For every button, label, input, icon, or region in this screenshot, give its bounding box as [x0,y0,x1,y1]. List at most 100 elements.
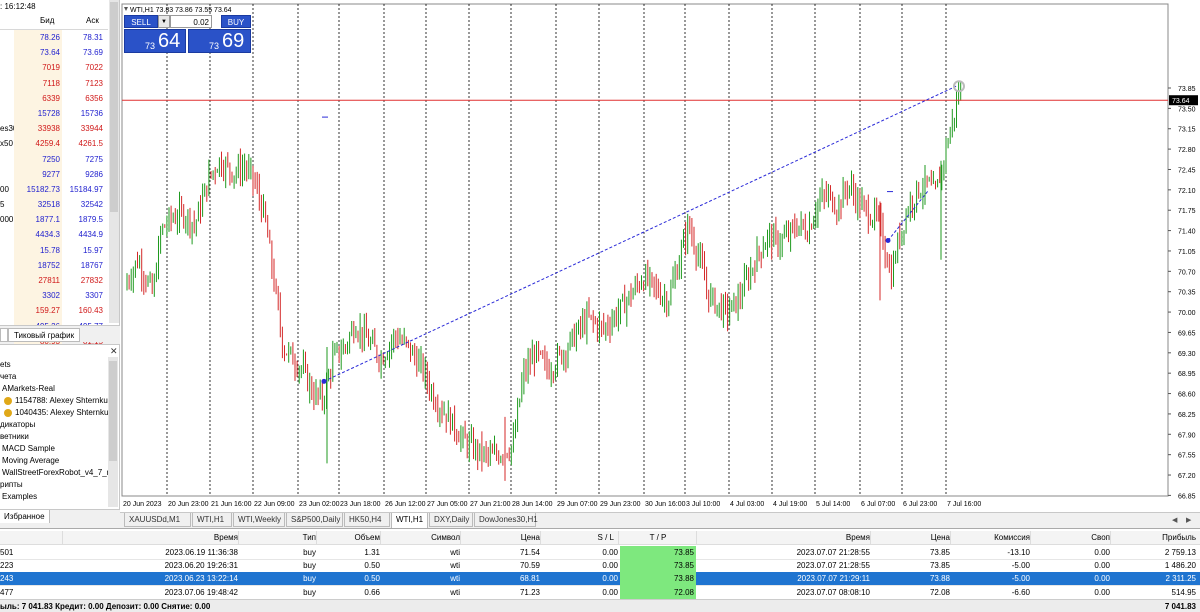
buy-button[interactable]: BUY [221,15,251,28]
market-watch-row[interactable]: 4434.3 4434.9 [0,227,108,243]
trade-cell-commission: -6.60 [1011,587,1030,597]
column-separator[interactable] [618,531,619,545]
navigator-item[interactable]: дикаторы [0,419,106,431]
market-watch-row[interactable]: 7019 7022 [0,60,108,76]
market-watch-row[interactable]: 7250 7275 [0,151,108,167]
navigator-item[interactable]: 1154788: Alexey Shternku [4,395,110,407]
chart-tab[interactable]: XAUUSDd,M1 [124,513,191,527]
market-watch-row[interactable]: 5 32518 32542 [0,197,108,213]
trade-row[interactable]: 243 2023.06.23 13:22:14 buy 0.50 wti 68.81 0.0… [0,572,1200,587]
navigator-item[interactable]: MACD Sample [2,443,108,455]
column-separator[interactable] [380,531,381,545]
market-watch-scrollbar[interactable] [109,0,119,323]
market-watch-row[interactable]: 159.27 160.43 [0,303,108,319]
trade-line[interactable] [323,85,957,382]
chart-tab[interactable]: DowJones30,H1 [474,513,538,527]
column-separator[interactable] [62,531,63,545]
market-watch-row[interactable]: 15728 15736 [0,105,108,122]
navigator-item[interactable]: ветники [0,431,106,443]
tab-scroll-right-icon[interactable]: ▶ [1186,516,1191,524]
navigator-scrollbar[interactable] [108,357,118,507]
market-watch-row[interactable]: 6339 6356 [0,90,108,106]
navigator-item[interactable]: Examples [2,491,108,503]
sell-price-button[interactable]: 73 64 [124,29,186,53]
ask-price: 78.31 [82,33,103,42]
trade-line[interactable] [887,190,929,241]
chart-tab[interactable]: WTI,H1 [192,513,232,527]
column-ask[interactable]: Аск [86,16,99,25]
sell-button[interactable]: SELL [124,15,158,28]
column-header[interactable]: Цена [462,531,540,545]
market-watch-row[interactable]: 18752 18767 [0,257,108,274]
x-tick-label: 26 Jun 12:00 [385,501,426,508]
ask-price: 33944 [80,124,103,134]
y-tick-label: 73.50 [1178,106,1196,113]
buy-price-big: 69 [222,30,245,52]
trade-row[interactable]: 501 2023.06.19 11:36:38 buy 1.31 wti 71.54 0.0… [0,546,1200,560]
column-separator[interactable] [316,531,317,545]
tab-tick-chart[interactable]: Тиковый график [8,328,81,342]
close-icon[interactable]: ✕ [110,346,118,357]
market-watch-row[interactable]: es3033938 33944 [0,121,108,137]
market-watch-row[interactable]: 000 1877.1 1879.5 [0,212,108,228]
navigator-item[interactable]: чета [0,371,106,383]
chart-tab[interactable]: WTI,Weekly [233,513,285,527]
column-separator[interactable] [460,531,461,545]
column-bid[interactable]: Бид [40,16,54,25]
column-header[interactable]: Своп [1032,531,1110,545]
market-watch-row[interactable]: 7118 7123 [0,75,108,91]
market-watch-row[interactable]: 00 15182.73 15184.97 [0,181,108,198]
market-watch-row[interactable]: 78.26 78.31 [0,30,108,46]
market-watch-row[interactable]: x50 4259.4 4261.5 [0,136,108,152]
column-header[interactable]: Символ [382,531,460,545]
scrollbar-thumb[interactable] [110,2,118,212]
column-header[interactable]: Время [698,531,870,545]
column-header[interactable]: S / L [542,531,618,545]
column-separator[interactable] [870,531,871,545]
column-separator[interactable] [540,531,541,545]
tab-symbols[interactable] [0,328,8,342]
navigator-item[interactable]: WallStreetForexRobot_v4_7_r [2,467,108,479]
column-header[interactable]: Прибыль [1112,531,1196,545]
column-separator[interactable] [1110,531,1111,545]
column-header[interactable]: Цена [872,531,950,545]
navigator-item[interactable]: рипты [0,479,106,491]
navigator-item[interactable]: Moving Average [2,455,108,467]
column-header[interactable]: Объем [318,531,381,545]
entry-marker[interactable] [885,237,891,243]
scrollbar-thumb[interactable] [109,361,117,461]
trade-row[interactable]: 477 2023.07.06 19:48:42 buy 0.66 wti 71.23 0.0… [0,585,1200,600]
lot-size-input[interactable]: 0.02 [170,15,212,28]
column-separator[interactable] [950,531,951,545]
column-header[interactable]: Время [64,531,238,545]
column-header[interactable]: T / P [620,531,696,545]
tab-scroll-left-icon[interactable]: ◀ [1172,516,1177,524]
navigator-item[interactable]: ets [0,359,106,371]
sell-price-big: 64 [158,30,181,52]
chart-canvas[interactable]: 73.85 73.50 73.15 72.80 72.45 72.10 71.75 71.40… [120,0,1200,512]
column-header[interactable]: Тип [240,531,316,545]
chart-tab[interactable]: WTI,H1 [391,513,428,529]
tab-favorites[interactable]: Избранное [0,510,50,523]
market-watch-row[interactable]: 3302 3307 [0,288,108,304]
column-separator[interactable] [696,531,697,545]
navigator-item[interactable]: AMarkets-Real [2,383,108,395]
chart-tab[interactable]: DXY,Daily [429,513,473,527]
entry-marker[interactable] [321,378,327,384]
symbol-name: es30 [0,124,14,134]
column-separator[interactable] [1030,531,1031,545]
chart-tab[interactable]: S&P500,Daily [286,513,343,527]
price-chart[interactable]: 73.85 73.50 73.15 72.80 72.45 72.10 71.75 71.40… [120,0,1200,512]
market-watch-row[interactable]: 15.78 15.97 [0,242,108,258]
trade-row[interactable]: 223 2023.06.20 19:26:31 buy 0.50 wti 70.59 0.0… [0,559,1200,574]
market-watch-row[interactable]: 27811 27832 [0,273,108,289]
buy-price-button[interactable]: 73 69 [188,29,251,53]
navigator-item[interactable]: 1040435: Alexey Shternku [4,407,110,419]
trade-cell-time2: 2023.07.07 21:29:11 [797,574,870,584]
lot-dropdown-icon[interactable]: ▼ [158,15,170,28]
market-watch-row[interactable]: 9277 9286 [0,166,108,182]
column-header[interactable]: Комиссия [952,531,1030,545]
market-watch-row[interactable]: 73.64 73.69 [0,45,108,61]
column-separator[interactable] [238,531,239,545]
chart-tab[interactable]: HK50,H4 [344,513,390,527]
